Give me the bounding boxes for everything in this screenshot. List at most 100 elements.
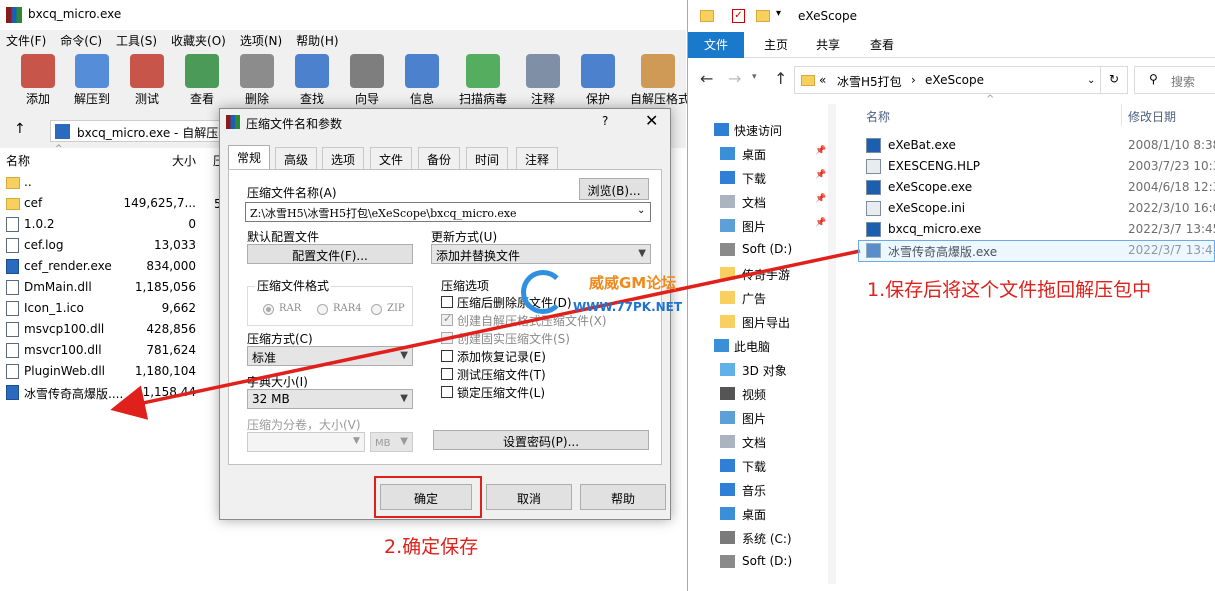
back-arrow-icon[interactable]: ← — [700, 69, 713, 88]
table-row[interactable]: cef 149,625,7... — [0, 193, 230, 214]
menu-item[interactable]: 帮助(H) — [296, 34, 338, 48]
help-button[interactable]: 帮助 — [580, 484, 666, 510]
close-icon[interactable]: ✕ — [645, 111, 658, 130]
option-checkbox[interactable] — [441, 312, 453, 326]
forward-arrow-icon[interactable]: → — [728, 69, 741, 88]
option-checkbox[interactable] — [441, 332, 453, 344]
toolbar-virus-scan-button[interactable]: 扫描病毒 — [455, 54, 511, 110]
ribbon-tab-0[interactable]: 文件 — [688, 32, 745, 58]
toolbar-trash-button[interactable]: 删除 — [229, 54, 285, 110]
table-row[interactable]: eXeBat.exe 2008/1/10 8:38 — [858, 135, 1215, 156]
method-select[interactable]: 标准 ▼ — [247, 346, 413, 366]
archive-name-input[interactable]: Z:\冰雪H5\冰雪H5打包\eXeScope\bxcq_micro.exe — [245, 202, 651, 222]
breadcrumb-overflow[interactable]: « — [819, 73, 826, 87]
menu-item[interactable]: 选项(N) — [240, 34, 282, 48]
toolbar-shield-button[interactable]: 保护 — [570, 54, 626, 110]
up-arrow-icon[interactable]: ↑ — [14, 121, 26, 137]
format-radio-rar4[interactable] — [317, 304, 328, 315]
set-password-button[interactable]: 设置密码(P)... — [433, 430, 649, 450]
tab-3[interactable]: 文件 — [370, 147, 413, 169]
address-field[interactable]: « 冰雪H5打包 › eXeScope ⌄ — [794, 66, 1128, 94]
toolbar-wizard-wand-button[interactable]: 向导 — [339, 54, 395, 110]
table-row[interactable]: 1.0.2 0 — [0, 214, 230, 235]
menu-item[interactable]: 收藏夹(O) — [171, 34, 226, 48]
table-row[interactable]: Icon_1.ico 9,662 — [0, 298, 230, 319]
toolbar-sfx-box-button[interactable]: 自解压格式 — [630, 54, 690, 110]
toolbar-test-button[interactable]: 测试 — [119, 54, 175, 110]
toolbar-add-archive-button[interactable]: 添加 — [10, 54, 66, 110]
recent-chevron-icon[interactable]: ▾ — [752, 72, 757, 82]
tab-1[interactable]: 高级 — [275, 147, 318, 169]
tab-5[interactable]: 时间 — [466, 147, 509, 169]
toolbar-magnifier-button[interactable]: 查找 — [284, 54, 340, 110]
toolbar-comment-button[interactable]: 注释 — [515, 54, 571, 110]
update-mode-select[interactable]: 添加并替换文件 ▼ — [431, 244, 651, 264]
properties-check-icon[interactable]: ✓ — [732, 9, 745, 23]
path-field[interactable]: bxcq_micro.exe - 自解压 — [50, 120, 230, 142]
virus-scan-icon — [466, 54, 500, 88]
tab-6[interactable]: 注释 — [516, 147, 559, 169]
table-row[interactable]: cef.log 13,033 — [0, 235, 230, 256]
shield-icon — [581, 54, 615, 88]
search-box[interactable]: ⚲ 搜索 — [1134, 66, 1215, 94]
menu-bar: 文件(F) 命令(C) 工具(S) 收藏夹(O) 选项(N) 帮助(H) — [6, 32, 353, 49]
tab-2[interactable]: 选项 — [322, 147, 365, 169]
format-radio-zip[interactable] — [371, 304, 382, 315]
file-icon — [6, 301, 19, 316]
refresh-button[interactable]: ↻ — [1100, 66, 1128, 94]
help-question-icon[interactable]: ? — [602, 114, 608, 128]
split-unit-select[interactable]: MB ▼ — [370, 432, 413, 452]
table-row[interactable]: EXESCENG.HLP 2003/7/23 10:3 — [858, 156, 1215, 177]
exe-file-icon — [6, 385, 19, 400]
file-size: 781,624 — [146, 343, 196, 357]
menu-item[interactable]: 工具(S) — [116, 34, 157, 48]
breadcrumb-current[interactable]: eXeScope — [925, 73, 984, 87]
ribbon-tab-3[interactable]: 查看 — [854, 32, 910, 58]
chevron-down-icon: ▼ — [638, 248, 646, 259]
breadcrumb-parent[interactable]: 冰雪H5打包 — [837, 73, 902, 90]
menu-item[interactable]: 文件(F) — [6, 34, 46, 48]
column-date[interactable]: 修改日期 — [1128, 108, 1176, 125]
toolbar-info-button[interactable]: 信息 — [394, 54, 450, 110]
new-folder-icon[interactable] — [756, 10, 770, 22]
folder-icon — [6, 177, 20, 189]
cancel-button[interactable]: 取消 — [486, 484, 572, 510]
qat-chevron-down-icon[interactable]: ▾ — [776, 8, 781, 19]
file-icon — [6, 238, 19, 253]
menu-item[interactable]: 命令(C) — [60, 34, 102, 48]
column-name[interactable]: 名称 — [6, 152, 30, 169]
format-radio-rar[interactable] — [263, 304, 274, 315]
option-checkbox[interactable] — [441, 296, 453, 308]
toolbar-view-book-button[interactable]: 查看 — [174, 54, 230, 110]
table-row[interactable]: msvcp100.dll 428,856 — [0, 319, 230, 340]
option-checkbox[interactable] — [441, 368, 453, 380]
sort-chevron-icon: ^ — [55, 144, 63, 154]
config-button[interactable]: 配置文件(F)... — [247, 244, 413, 264]
table-row[interactable]: 冰雪传奇高爆版.... 1,158,44 — [0, 382, 230, 403]
table-row[interactable]: eXeScope.ini 2022/3/10 16:0 — [858, 198, 1215, 219]
table-row[interactable]: DmMain.dll 1,185,056 — [0, 277, 230, 298]
tab-0[interactable]: 常规 — [228, 145, 271, 170]
table-row[interactable]: .. — [0, 172, 230, 193]
table-row[interactable]: bxcq_micro.exe 2022/3/7 13:45 — [858, 219, 1215, 240]
chevron-down-icon: ▼ — [400, 350, 408, 361]
table-row[interactable]: eXeScope.exe 2004/6/18 12:3 — [858, 177, 1215, 198]
browse-button[interactable]: 浏览(B)... — [579, 178, 649, 200]
column-size[interactable]: 大小 — [172, 152, 196, 169]
archive-name-dropdown-icon[interactable]: ⌄ — [637, 205, 645, 216]
ribbon-tab-1[interactable]: 主页 — [748, 32, 804, 58]
ribbon-tab-2[interactable]: 共享 — [800, 32, 856, 58]
column-name[interactable]: 名称 — [866, 108, 890, 125]
split-size-input[interactable] — [247, 432, 365, 452]
table-row[interactable]: cef_render.exe 834,000 — [0, 256, 230, 277]
dict-select[interactable]: 32 MB ▼ — [247, 389, 413, 409]
toolbar-extract-to-button[interactable]: 解压到 — [64, 54, 120, 110]
file-size: 1,180,104 — [134, 364, 196, 378]
option-checkbox[interactable] — [441, 386, 453, 398]
option-checkbox[interactable] — [441, 350, 453, 362]
tab-4[interactable]: 备份 — [418, 147, 461, 169]
address-chevron-icon[interactable]: ⌄ — [1087, 75, 1095, 86]
up-arrow-icon[interactable]: ↑ — [774, 69, 787, 88]
table-row[interactable]: msvcr100.dll 781,624 — [0, 340, 230, 361]
table-row[interactable]: PluginWeb.dll 1,180,104 — [0, 361, 230, 382]
